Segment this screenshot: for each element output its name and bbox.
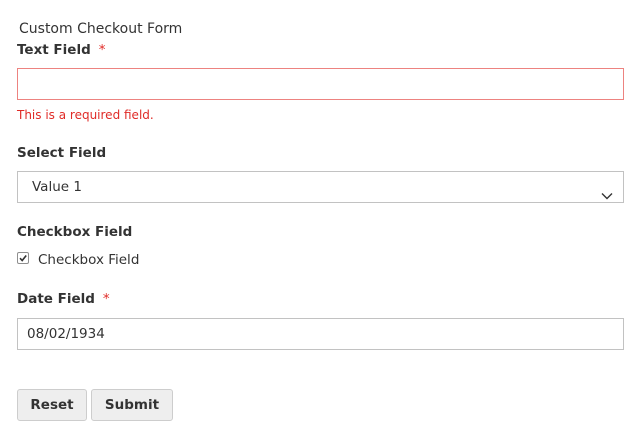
select-field-dropdown[interactable]: Value 1: [17, 171, 624, 203]
date-field-input[interactable]: [17, 318, 624, 350]
chevron-down-icon: [601, 182, 613, 200]
checkbox-input[interactable]: [17, 252, 29, 264]
reset-button[interactable]: Reset: [17, 389, 87, 421]
date-field-label: Date Field *: [17, 291, 110, 307]
text-field-error: This is a required field.: [17, 108, 154, 122]
required-indicator: *: [102, 291, 110, 307]
text-field-label-text: Text Field: [17, 42, 91, 58]
form-title: Custom Checkout Form: [19, 21, 183, 37]
checkmark-icon: [19, 255, 27, 262]
text-field-input[interactable]: [17, 68, 624, 100]
checkbox-option-label[interactable]: Checkbox Field: [38, 252, 139, 268]
select-field-value: Value 1: [32, 179, 82, 195]
required-indicator: *: [98, 42, 106, 58]
date-field-label-text: Date Field: [17, 291, 95, 307]
select-field-label: Select Field: [17, 145, 107, 161]
checkbox-field-label: Checkbox Field: [17, 224, 133, 240]
text-field-label: Text Field *: [17, 42, 105, 58]
submit-button[interactable]: Submit: [91, 389, 173, 421]
checkout-form-page: Custom Checkout Form Text Field * This is…: [0, 0, 640, 441]
